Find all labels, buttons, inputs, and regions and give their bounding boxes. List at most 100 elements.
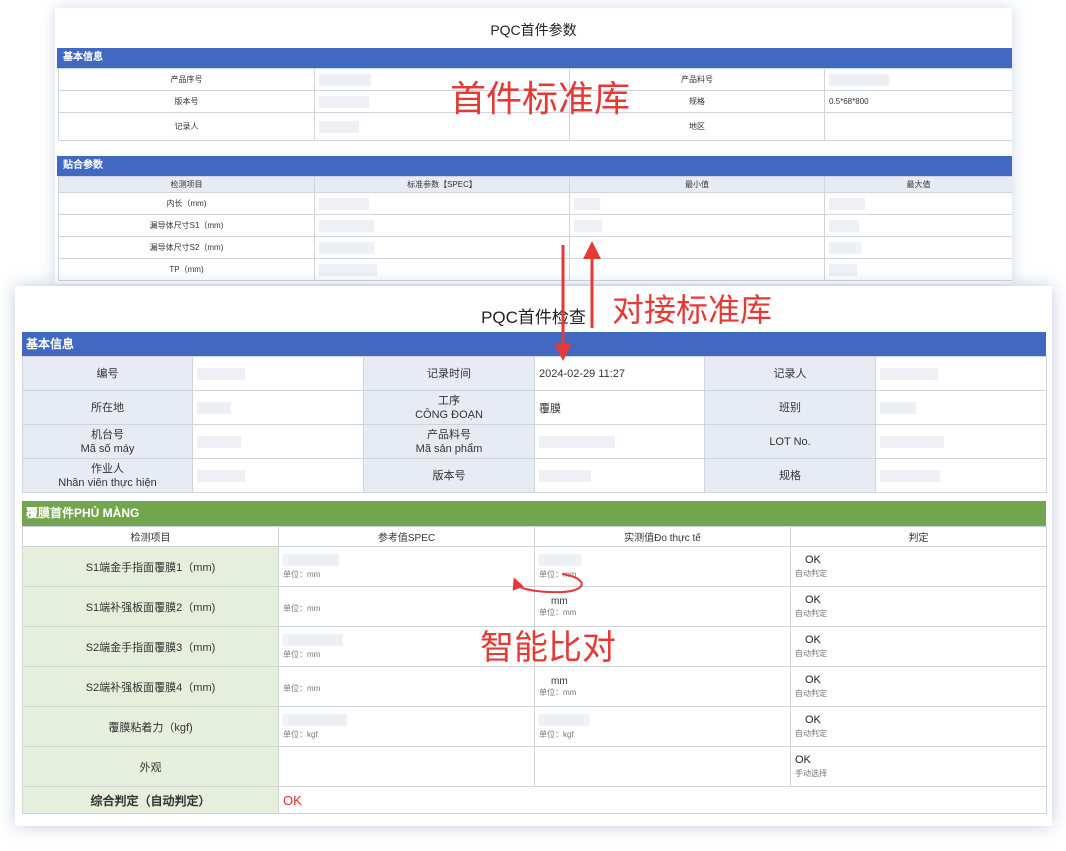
product-part-value[interactable]	[824, 68, 1012, 91]
location-label: 所在地	[22, 390, 193, 425]
param-max[interactable]	[824, 214, 1012, 237]
judgement-mode: 自动判定	[795, 609, 827, 618]
param-min[interactable]	[569, 192, 825, 215]
measured-value-cell[interactable]: 单位：kgf	[534, 706, 791, 747]
unit-label: 单位：mm	[283, 569, 321, 579]
judgement-result: OK	[805, 634, 821, 646]
table-row: S2端补强板面覆膜4（mm) 单位：mm mm 单位：mm OK 自动判定	[22, 666, 1047, 707]
reference-value-cell[interactable]	[278, 746, 535, 787]
unit-label: 单位：mm	[539, 569, 577, 579]
column-header: 最大值	[824, 176, 1012, 193]
product-part-label-vn: Mã sản phẩm	[415, 442, 483, 455]
spec-value[interactable]: 0.5*68*800	[824, 90, 1012, 113]
param-max[interactable]	[824, 236, 1012, 259]
back-fit-params-table: 检测项目 标准参数【SPEC】 最小值 最大值 内长（mm) 漏导体尺寸S1（m…	[58, 176, 1012, 281]
column-header: 判定	[790, 526, 1047, 547]
param-item: 漏导体尺寸S2（mm)	[58, 236, 315, 259]
table-header-row: 检测项目 标准参数【SPEC】 最小值 最大值	[58, 176, 1012, 193]
column-header: 标准参数【SPEC】	[314, 176, 570, 193]
record-time-label: 记录时间	[363, 356, 535, 391]
table-row: 机台号 Mã số máy 产品料号 Mã sản phẩm LOT No.	[22, 424, 1047, 459]
film-inspection-table: 检测项目 参考值SPEC 实测值Đo thực tế 判定 S1端金手指面覆膜1…	[22, 526, 1047, 814]
judgement-mode: 自动判定	[795, 729, 827, 738]
front-basic-info-table: 编号 记录时间 2024-02-29 11:27 记录人 所在地 工序 CÔNG…	[22, 356, 1047, 493]
process-value[interactable]: 覆膜	[534, 390, 705, 425]
judgement-cell: OK 自动判定	[790, 626, 1047, 667]
recorder-label: 记录人	[704, 356, 876, 391]
reference-value-cell[interactable]: 单位：kgf	[278, 706, 535, 747]
unit-label: 单位：mm	[283, 603, 321, 613]
judgement-mode: 手动选择	[795, 769, 827, 778]
inspection-panel: PQC首件检查 基本信息 编号 记录时间 2024-02-29 11:27 记录…	[15, 286, 1052, 826]
back-fit-params-header: 贴合参数	[57, 156, 1012, 176]
machine-value[interactable]	[192, 424, 364, 459]
product-part-label-cn: 产品料号	[427, 428, 471, 441]
serial-value[interactable]	[192, 356, 364, 391]
product-part-label: 产品料号 Mã sản phẩm	[363, 424, 535, 459]
judgement-cell: OK 自动判定	[790, 706, 1047, 747]
judgement-result: OK	[805, 714, 821, 726]
judgement-select[interactable]: OK 手动选择	[790, 746, 1047, 787]
column-header: 实测值Đo thực tế	[534, 526, 791, 547]
table-row: 覆膜粘着力（kgf) 单位：kgf 单位：kgf OK 自动判定	[22, 706, 1047, 747]
inspection-item: 外观	[22, 746, 279, 787]
table-row: S1端金手指面覆膜1（mm) 单位：mm 单位：mm OK 自动判定	[22, 546, 1047, 587]
param-spec[interactable]	[314, 192, 570, 215]
machine-label-vn: Mã số máy	[80, 442, 135, 455]
serial-label: 编号	[22, 356, 193, 391]
machine-label: 机台号 Mã số máy	[22, 424, 193, 459]
spec-value[interactable]	[875, 458, 1047, 493]
lot-value[interactable]	[875, 424, 1047, 459]
param-max[interactable]	[824, 258, 1012, 281]
param-spec[interactable]	[314, 236, 570, 259]
product-part-value[interactable]	[534, 424, 705, 459]
recorder-value[interactable]	[875, 356, 1047, 391]
operator-label-cn: 作业人	[91, 462, 124, 475]
table-row: 编号 记录时间 2024-02-29 11:27 记录人	[22, 356, 1047, 391]
param-spec[interactable]	[314, 214, 570, 237]
inspection-item: S2端补强板面覆膜4（mm)	[22, 666, 279, 707]
table-row: 漏导体尺寸S2（mm)	[58, 236, 1012, 259]
operator-label-vn: Nhân viên thực hiện	[58, 476, 157, 489]
location-value[interactable]	[192, 390, 364, 425]
measured-unit: mm	[551, 595, 568, 607]
shift-value[interactable]	[875, 390, 1047, 425]
version-value[interactable]	[534, 458, 705, 493]
judgement-result: OK	[795, 754, 811, 766]
column-header: 检测项目	[58, 176, 315, 193]
region-value[interactable]	[824, 112, 1012, 141]
measured-value-cell[interactable]	[534, 746, 791, 787]
back-basic-info-header: 基本信息	[57, 48, 1012, 68]
inspection-item: S2端金手指面覆膜3（mm)	[22, 626, 279, 667]
unit-label: 单位：kgf	[539, 729, 574, 739]
table-row: 外观 OK 手动选择	[22, 746, 1047, 787]
param-min[interactable]	[569, 258, 825, 281]
process-label-vn: CÔNG ĐOẠN	[415, 408, 483, 421]
param-item: 内长（mm)	[58, 192, 315, 215]
shift-label: 班别	[704, 390, 876, 425]
judgement-result: OK	[805, 594, 821, 606]
record-time-value[interactable]: 2024-02-29 11:27	[534, 356, 705, 391]
table-row: 漏导体尺寸S1（mm)	[58, 214, 1012, 237]
standard-parameter-panel: PQC首件参数 基本信息 产品序号 产品料号 版本号 规格 0.5*68*800…	[55, 8, 1012, 284]
measured-value-cell[interactable]: mm 单位：mm	[534, 666, 791, 707]
param-item: TP（mm)	[58, 258, 315, 281]
measured-value-cell[interactable]: 单位：mm	[534, 546, 791, 587]
operator-value[interactable]	[192, 458, 364, 493]
table-row: 作业人 Nhân viên thực hiện 版本号 规格	[22, 458, 1047, 493]
reference-value-cell[interactable]: 单位：mm	[278, 666, 535, 707]
unit-label: 单位：kgf	[283, 729, 318, 739]
inspection-item: 覆膜粘着力（kgf)	[22, 706, 279, 747]
process-label: 工序 CÔNG ĐOẠN	[363, 390, 535, 425]
reference-value-cell[interactable]: 单位：mm	[278, 546, 535, 587]
param-spec[interactable]	[314, 258, 570, 281]
connect-library-annotation: 对接标准库	[612, 291, 773, 329]
param-min[interactable]	[569, 236, 825, 259]
param-min[interactable]	[569, 214, 825, 237]
param-max[interactable]	[824, 192, 1012, 215]
front-basic-info-header: 基本信息	[22, 332, 1046, 356]
product-serial-label: 产品序号	[58, 68, 315, 91]
judgement-result: OK	[805, 674, 821, 686]
param-item: 漏导体尺寸S1（mm)	[58, 214, 315, 237]
column-header: 检测项目	[22, 526, 279, 547]
